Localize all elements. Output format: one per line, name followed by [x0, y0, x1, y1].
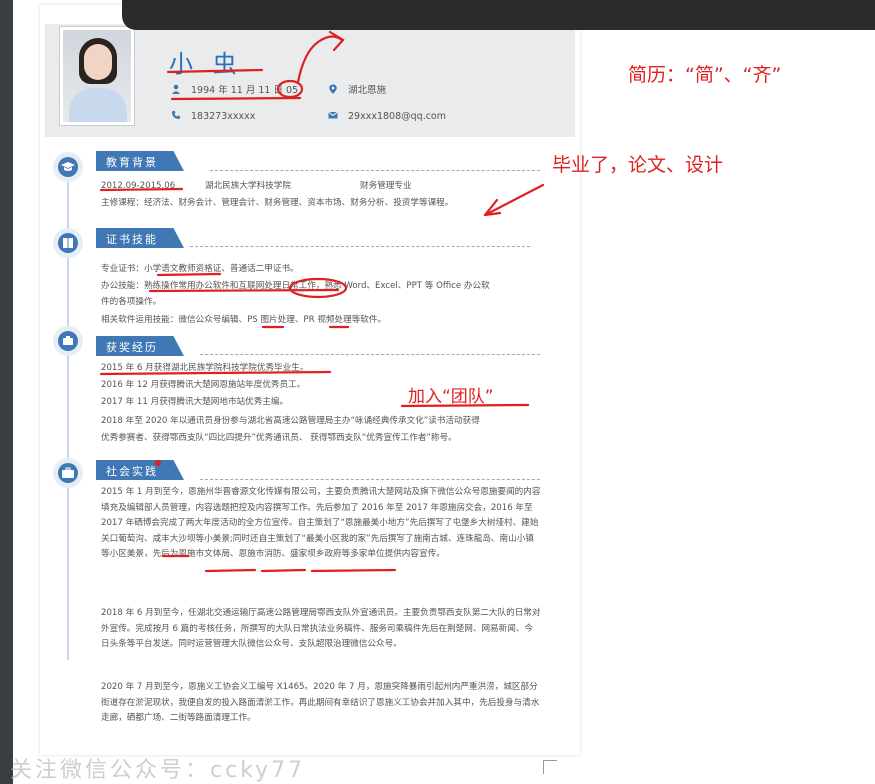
awards-title: 获奖经历 [96, 336, 184, 356]
email-text: 29xxx1808@qq.com [348, 111, 447, 122]
popup-overlay [122, 0, 875, 30]
certs-line2: 办公技能：熟练操作常用办公软件和互联网处理日常工作，熟悉 Word、Excel、… [101, 281, 490, 291]
email-info: 29xxx1808@qq.com [328, 110, 446, 122]
phone-icon [172, 111, 180, 119]
education-school: 湖北民族大学科技学院 [205, 181, 291, 191]
annotation-graduation: 毕业了，论文、设计 [552, 154, 724, 176]
phone-info: 183273xxxxx [171, 110, 255, 122]
phone-text: 183273xxxxx [191, 111, 256, 122]
person-icon [172, 84, 180, 94]
certs-title: 证书技能 [96, 228, 184, 248]
resume-header: 小 虫 1994 年 11 月 11 日 05 湖北恩施 183273xxxxx… [45, 24, 575, 137]
profile-photo [59, 26, 135, 126]
awards-line2: 2016 年 12 月获得腾讯大楚网恩施站年度优秀员工。 [101, 380, 306, 390]
practice-para3: 2020 年 7 月到至今，恩施义工协会义工编号 X1465。2020 年 7 … [101, 682, 540, 723]
awards-line1: 2015 年 6 月获得湖北民族学院科技学院优秀毕业生。 [101, 363, 309, 373]
awards-divider [200, 354, 540, 355]
birth-date: 1994 年 11 月 11 日 05 [191, 85, 299, 96]
viewer-left-edge [0, 0, 13, 784]
mail-icon [328, 111, 338, 119]
book-icon [63, 238, 73, 248]
annotation-simple-neat: 简历：“简”、“齐” [628, 64, 782, 86]
education-period: 2012.09-2015.06 [101, 181, 176, 191]
awards-line3: 2017 年 11 月获得腾讯大楚网地市站优秀主编。 [101, 397, 289, 407]
resume-name: 小 虫 [169, 50, 243, 78]
education-title: 教育背景 [96, 151, 184, 171]
education-section-icon [53, 152, 83, 182]
certs-line4: 相关软件运用技能：微信公众号编辑、PS 图片处理、PR 视频处理等软件。 [101, 315, 387, 325]
briefcase-icon [62, 467, 74, 478]
awards-line5: 优秀参赛者、获得鄂西支队“四比四提升”优秀通讯员、 获得鄂西支队“优秀宣传工作者… [101, 433, 457, 443]
trophy-icon [63, 336, 73, 345]
graduation-cap-icon [61, 162, 75, 171]
crop-corner-mark [543, 760, 557, 774]
birth-info: 1994 年 11 月 11 日 05 [171, 82, 298, 96]
awards-line4: 2018 年至 2020 年以通讯员身份参与湖北省高速公路管理局主办“咏诵经典传… [101, 416, 480, 426]
certs-divider [190, 246, 530, 247]
annotation-team: 加入“团队” [408, 387, 494, 407]
education-courses: 主修课程：经济法、财务会计、管理会计、财务管理、资本市场、财务分析、投资学等课程… [101, 198, 454, 208]
education-divider [210, 170, 540, 171]
practice-para1: 2015 年 1 月到至今，恩施州华晋睿源文化传媒有限公司，主要负责腾讯大楚网站… [101, 487, 541, 559]
education-major: 财务管理专业 [360, 181, 412, 191]
practice-title: 社会实践 [96, 460, 184, 480]
certs-line3: 件的各项操作。 [101, 297, 162, 307]
location-text: 湖北恩施 [348, 85, 387, 96]
practice-para2: 2018 年 6 月到至今，任湖北交通运输厅高速公路管理局鄂西支队外宣通讯员。主… [101, 608, 541, 649]
certs-section-icon [53, 228, 83, 258]
watermark-text: 关注微信公众号：ccky77 [10, 758, 306, 783]
location-pin-icon [329, 84, 337, 94]
practice-divider [200, 479, 540, 480]
practice-section-icon [53, 458, 83, 488]
location-info: 湖北恩施 [328, 82, 386, 96]
awards-section-icon [53, 326, 83, 356]
certs-line1: 专业证书：小学语文教师资格证、普通话二甲证书。 [101, 264, 299, 274]
